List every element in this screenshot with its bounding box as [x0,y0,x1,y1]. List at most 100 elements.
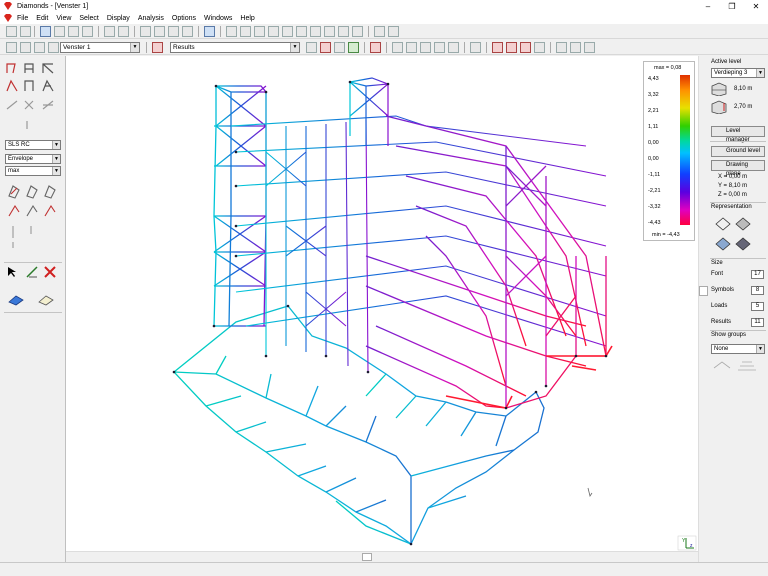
table-4-icon[interactable] [268,26,279,37]
zoom-extents-icon[interactable] [448,42,459,53]
menu-help[interactable]: Help [236,15,258,22]
maximize-button[interactable]: ❐ [720,0,744,12]
copy-icon[interactable] [82,26,93,37]
export-icon[interactable] [38,294,54,306]
legend-tick: -2,21 [648,188,661,194]
group-tools-icons[interactable] [712,358,762,372]
window-list-icon[interactable] [584,42,595,53]
font-size-input[interactable]: 17 [751,270,764,279]
toolbar-separator [198,26,199,37]
table-9-icon[interactable] [338,26,349,37]
result-diagram-4-icon[interactable] [348,42,359,53]
model-viewport[interactable]: Y z [66,56,698,551]
legend-tick: -3,32 [648,204,661,210]
toolbar-separator [386,42,387,53]
table-3-icon[interactable] [254,26,265,37]
measure-icon[interactable] [26,266,38,278]
render-icon[interactable] [492,42,503,53]
render-4-icon[interactable] [534,42,545,53]
render-3-icon[interactable] [520,42,531,53]
max-select[interactable]: max ▼ [5,166,61,176]
load-combination-select[interactable]: SLS RC ▼ [5,140,61,150]
legend-tick: 0,00 [648,156,659,162]
table-6-icon[interactable] [296,26,307,37]
table-7-icon[interactable] [310,26,321,37]
menu-options[interactable]: Options [168,15,200,22]
new-file-icon[interactable] [6,26,17,37]
menu-analysis[interactable]: Analysis [134,15,168,22]
rotate-icon[interactable] [392,42,403,53]
horizontal-scrollbar[interactable] [66,551,698,562]
menu-select[interactable]: Select [75,15,102,22]
render-2-icon[interactable] [506,42,517,53]
save-icon[interactable] [40,26,51,37]
load-model-icon[interactable] [8,294,24,306]
window-cascade-icon[interactable] [570,42,581,53]
result-diagram-3-icon[interactable] [334,42,345,53]
layer-icon[interactable] [6,42,17,53]
result-diagram-icon[interactable] [306,42,317,53]
minimize-button[interactable]: – [696,0,720,12]
menu-view[interactable]: View [52,15,75,22]
table-8-icon[interactable] [324,26,335,37]
select-arrow-icon[interactable] [6,266,18,278]
table-5-icon[interactable] [282,26,293,37]
structure-tools-icons[interactable] [5,61,61,131]
menu-file[interactable]: File [13,15,32,22]
pan-icon[interactable] [406,42,417,53]
info-icon[interactable] [152,42,163,53]
representation-mode-icons[interactable] [712,214,764,254]
menu-windows[interactable]: Windows [200,15,236,22]
pencil-icon[interactable] [470,42,481,53]
layer-3-icon[interactable] [34,42,45,53]
delete-icon[interactable] [44,266,56,278]
open-file-icon[interactable] [20,26,31,37]
grid-2-icon[interactable] [168,26,179,37]
active-level-select[interactable]: Verdieping 3 ▼ [711,68,765,78]
diamond-menu-icon[interactable] [3,14,13,22]
grid-3-icon[interactable] [182,26,193,37]
table-2-icon[interactable] [240,26,251,37]
layer-4-icon[interactable] [48,42,59,53]
window-select[interactable]: Venster 1 ▼ [60,42,140,53]
show-groups-select[interactable]: None ▼ [711,344,765,354]
layer-2-icon[interactable] [20,42,31,53]
menu-edit[interactable]: Edit [32,15,52,22]
drawing-plane-button[interactable]: Drawing plane [711,160,765,177]
ground-level-button[interactable]: Ground level [711,146,765,157]
grid-snap-icon[interactable] [154,26,165,37]
toolbar-separator [486,42,487,53]
result-tools-icons[interactable] [5,182,61,252]
view-icon[interactable] [374,26,385,37]
vertical-scrollbar[interactable] [698,56,708,562]
print-icon[interactable] [54,26,65,37]
window-tile-icon[interactable] [556,42,567,53]
cut-icon[interactable] [68,26,79,37]
scroll-thumb[interactable] [362,553,372,561]
zoom-in-icon[interactable] [420,42,431,53]
panel-divider [710,330,766,331]
envelope-select[interactable]: Envelope ▼ [5,154,61,164]
results-size-input[interactable]: 11 [751,318,764,327]
symbols-size-input[interactable]: 8 [751,286,764,295]
pin-icon[interactable] [370,42,381,53]
level-manager-button[interactable]: Level manager [711,126,765,143]
zoom-out-icon[interactable] [434,42,445,53]
loads-size-input[interactable]: 5 [751,302,764,311]
table-icon[interactable] [226,26,237,37]
result-diagram-2-icon[interactable] [320,42,331,53]
menu-display[interactable]: Display [103,15,134,22]
close-button[interactable]: ✕ [744,0,768,12]
undo-icon[interactable] [104,26,115,37]
scroll-thumb[interactable] [699,286,708,296]
redo-icon[interactable] [118,26,129,37]
table-10-icon[interactable] [352,26,363,37]
view-2-icon[interactable] [388,26,399,37]
toolbar-separator [464,42,465,53]
y-coordinate: Y = 8,10 m [718,183,748,189]
results-select-value: Results [173,44,195,51]
grid-icon[interactable] [140,26,151,37]
chevron-down-icon: ▼ [290,43,299,52]
tools-icon[interactable] [204,26,215,37]
results-select[interactable]: Results ▼ [170,42,300,53]
